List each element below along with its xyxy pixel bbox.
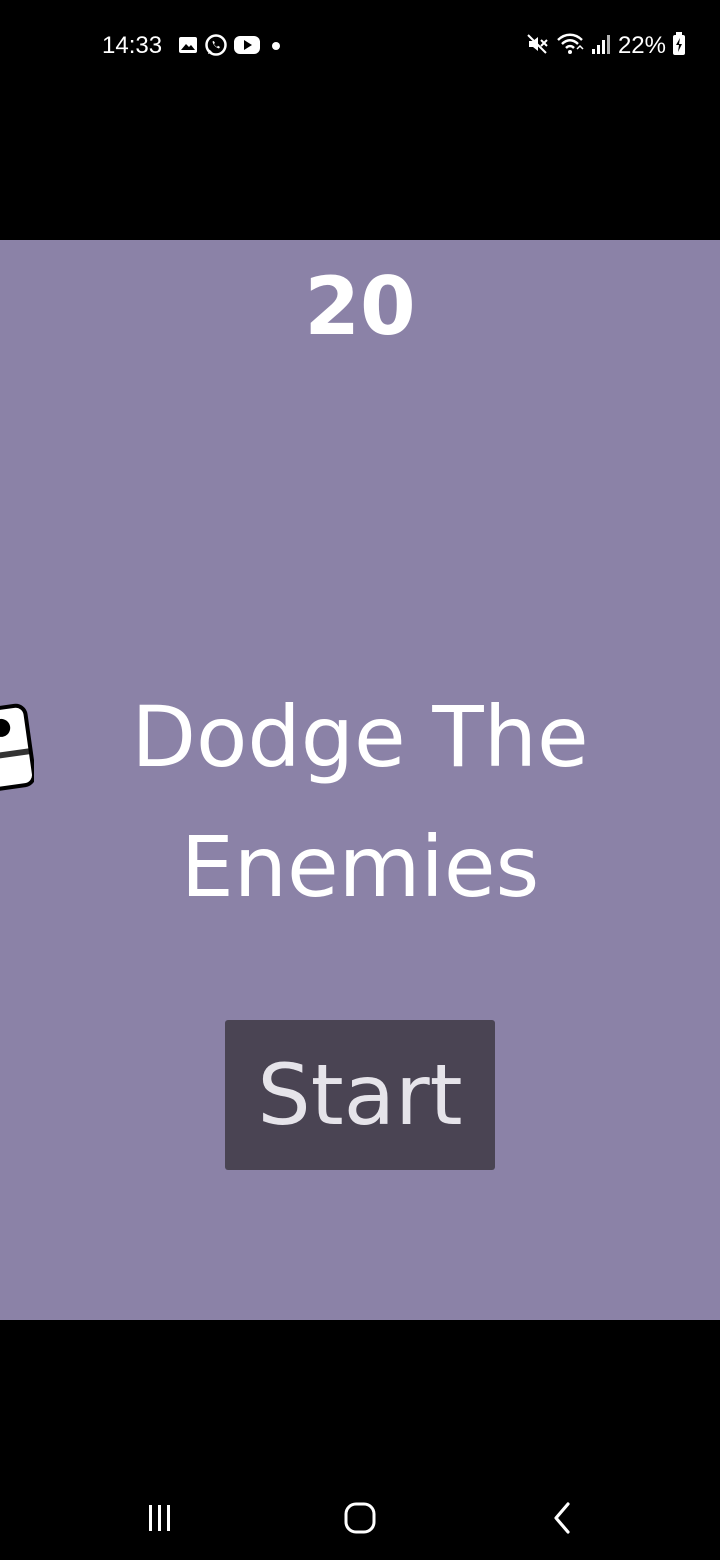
home-icon	[343, 1501, 377, 1539]
status-bar: 14:33 22%	[0, 0, 720, 96]
gallery-icon	[178, 35, 198, 59]
status-time: 14:33	[102, 32, 163, 59]
recent-apps-icon	[145, 1503, 175, 1537]
score-display: 20	[304, 260, 416, 353]
mute-icon	[526, 32, 550, 60]
signal-icon	[590, 33, 612, 59]
start-button[interactable]: Start	[225, 1020, 495, 1170]
back-button[interactable]	[532, 1488, 592, 1552]
notification-dot-icon	[266, 35, 282, 59]
youtube-icon	[234, 35, 260, 59]
recent-apps-button[interactable]	[130, 1488, 190, 1552]
home-button[interactable]	[330, 1488, 390, 1552]
battery-charging-icon	[672, 32, 686, 60]
enemy-sprite-icon	[0, 700, 37, 800]
game-title: Dodge The Enemies	[131, 688, 589, 916]
notification-icons	[178, 34, 282, 60]
whatsapp-icon	[204, 33, 228, 61]
system-icons: 22%	[526, 32, 686, 60]
wifi-icon	[556, 32, 584, 60]
battery-percent: 22%	[617, 32, 666, 59]
back-icon	[547, 1501, 577, 1539]
